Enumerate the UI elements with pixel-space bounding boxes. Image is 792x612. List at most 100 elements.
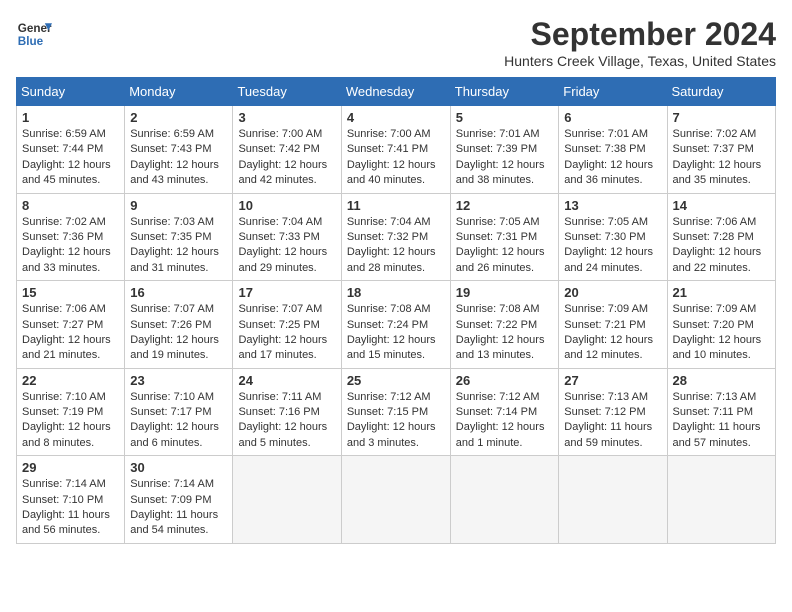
day-info: Sunrise: 7:07 AMSunset: 7:26 PMDaylight:… bbox=[130, 303, 219, 361]
svg-text:Blue: Blue bbox=[18, 35, 44, 48]
day-number: 18 bbox=[347, 285, 445, 300]
day-number: 9 bbox=[130, 198, 227, 213]
day-info: Sunrise: 7:14 AMSunset: 7:09 PMDaylight:… bbox=[130, 478, 218, 536]
day-number: 24 bbox=[238, 373, 335, 388]
month-title: September 2024 bbox=[504, 16, 776, 53]
calendar-cell: 22 Sunrise: 7:10 AMSunset: 7:19 PMDayligh… bbox=[17, 368, 125, 456]
day-number: 25 bbox=[347, 373, 445, 388]
col-friday: Friday bbox=[559, 78, 667, 106]
logo: General Blue bbox=[16, 16, 52, 52]
calendar-cell: 3 Sunrise: 7:00 AMSunset: 7:42 PMDaylight… bbox=[233, 106, 341, 194]
col-wednesday: Wednesday bbox=[341, 78, 450, 106]
col-sunday: Sunday bbox=[17, 78, 125, 106]
calendar-table: Sunday Monday Tuesday Wednesday Thursday… bbox=[16, 77, 776, 544]
day-number: 20 bbox=[564, 285, 661, 300]
calendar-cell: 25 Sunrise: 7:12 AMSunset: 7:15 PMDayligh… bbox=[341, 368, 450, 456]
calendar-cell: 11 Sunrise: 7:04 AMSunset: 7:32 PMDayligh… bbox=[341, 193, 450, 281]
calendar-week-2: 8Sunrise: 7:02 AMSunset: 7:36 PMDaylight… bbox=[17, 193, 776, 281]
col-tuesday: Tuesday bbox=[233, 78, 341, 106]
calendar-week-4: 22 Sunrise: 7:10 AMSunset: 7:19 PMDayligh… bbox=[17, 368, 776, 456]
day-info: Sunrise: 7:12 AMSunset: 7:15 PMDaylight:… bbox=[347, 391, 436, 449]
day-info: Sunrise: 7:14 AMSunset: 7:10 PMDaylight:… bbox=[22, 478, 110, 536]
day-info: Sunrise: 7:03 AMSunset: 7:35 PMDaylight:… bbox=[130, 216, 219, 274]
calendar-cell: 27 Sunrise: 7:13 AMSunset: 7:12 PMDayligh… bbox=[559, 368, 667, 456]
calendar-cell: 7 Sunrise: 7:02 AMSunset: 7:37 PMDaylight… bbox=[667, 106, 775, 194]
day-number: 19 bbox=[456, 285, 554, 300]
day-number: 21 bbox=[673, 285, 770, 300]
day-number: 1 bbox=[22, 110, 119, 125]
day-info: Sunrise: 7:01 AMSunset: 7:39 PMDaylight:… bbox=[456, 128, 545, 186]
day-number: 16 bbox=[130, 285, 227, 300]
day-number: 12 bbox=[456, 198, 554, 213]
day-number: 22 bbox=[22, 373, 119, 388]
day-number: 29 bbox=[22, 460, 119, 475]
day-info: Sunrise: 7:05 AMSunset: 7:31 PMDaylight:… bbox=[456, 216, 545, 274]
day-number: 2 bbox=[130, 110, 227, 125]
day-info: Sunrise: 7:10 AMSunset: 7:17 PMDaylight:… bbox=[130, 391, 219, 449]
day-number: 5 bbox=[456, 110, 554, 125]
day-info: Sunrise: 7:00 AMSunset: 7:41 PMDaylight:… bbox=[347, 128, 436, 186]
day-number: 27 bbox=[564, 373, 661, 388]
day-number: 10 bbox=[238, 198, 335, 213]
col-thursday: Thursday bbox=[450, 78, 559, 106]
day-number: 7 bbox=[673, 110, 770, 125]
calendar-cell: 28 Sunrise: 7:13 AMSunset: 7:11 PMDayligh… bbox=[667, 368, 775, 456]
calendar-cell: 14 Sunrise: 7:06 AMSunset: 7:28 PMDayligh… bbox=[667, 193, 775, 281]
day-info: Sunrise: 7:04 AMSunset: 7:33 PMDaylight:… bbox=[238, 216, 327, 274]
calendar-cell bbox=[341, 456, 450, 544]
calendar-cell: 23 Sunrise: 7:10 AMSunset: 7:17 PMDayligh… bbox=[125, 368, 233, 456]
day-number: 17 bbox=[238, 285, 335, 300]
calendar-week-3: 15 Sunrise: 7:06 AMSunset: 7:27 PMDayligh… bbox=[17, 281, 776, 369]
calendar-cell: 15 Sunrise: 7:06 AMSunset: 7:27 PMDayligh… bbox=[17, 281, 125, 369]
title-block: September 2024 Hunters Creek Village, Te… bbox=[504, 16, 776, 69]
calendar-cell bbox=[450, 456, 559, 544]
calendar-cell: 20 Sunrise: 7:09 AMSunset: 7:21 PMDayligh… bbox=[559, 281, 667, 369]
calendar-header-row: Sunday Monday Tuesday Wednesday Thursday… bbox=[17, 78, 776, 106]
day-number: 3 bbox=[238, 110, 335, 125]
day-info: Sunrise: 7:13 AMSunset: 7:11 PMDaylight:… bbox=[673, 391, 761, 449]
col-monday: Monday bbox=[125, 78, 233, 106]
calendar-cell: 24 Sunrise: 7:11 AMSunset: 7:16 PMDayligh… bbox=[233, 368, 341, 456]
day-info: Sunrise: 7:10 AMSunset: 7:19 PMDaylight:… bbox=[22, 391, 111, 449]
day-number: 4 bbox=[347, 110, 445, 125]
day-info: Sunrise: 7:13 AMSunset: 7:12 PMDaylight:… bbox=[564, 391, 652, 449]
day-info: Sunrise: 7:08 AMSunset: 7:24 PMDaylight:… bbox=[347, 303, 436, 361]
day-number: 26 bbox=[456, 373, 554, 388]
location: Hunters Creek Village, Texas, United Sta… bbox=[504, 53, 776, 69]
calendar-cell: 21Sunrise: 7:09 AMSunset: 7:20 PMDayligh… bbox=[667, 281, 775, 369]
calendar-week-1: 1Sunrise: 6:59 AMSunset: 7:44 PMDaylight… bbox=[17, 106, 776, 194]
day-number: 13 bbox=[564, 198, 661, 213]
day-info: Sunrise: 7:04 AMSunset: 7:32 PMDaylight:… bbox=[347, 216, 436, 274]
calendar-cell-1: 1Sunrise: 6:59 AMSunset: 7:44 PMDaylight… bbox=[17, 106, 125, 194]
day-number: 15 bbox=[22, 285, 119, 300]
logo-icon: General Blue bbox=[16, 16, 52, 52]
calendar-cell: 29 Sunrise: 7:14 AMSunset: 7:10 PMDayligh… bbox=[17, 456, 125, 544]
day-info: Sunrise: 7:02 AMSunset: 7:37 PMDaylight:… bbox=[673, 128, 762, 186]
calendar-cell bbox=[233, 456, 341, 544]
day-info: Sunrise: 7:06 AMSunset: 7:27 PMDaylight:… bbox=[22, 303, 111, 361]
day-number: 6 bbox=[564, 110, 661, 125]
calendar-cell: 30Sunrise: 7:14 AMSunset: 7:09 PMDayligh… bbox=[125, 456, 233, 544]
calendar-cell: 4 Sunrise: 7:00 AMSunset: 7:41 PMDaylight… bbox=[341, 106, 450, 194]
calendar-cell: 13Sunrise: 7:05 AMSunset: 7:30 PMDayligh… bbox=[559, 193, 667, 281]
day-number: 28 bbox=[673, 373, 770, 388]
day-number: 23 bbox=[130, 373, 227, 388]
day-info: Sunrise: 7:11 AMSunset: 7:16 PMDaylight:… bbox=[238, 391, 327, 449]
day-info: Sunrise: 7:09 AMSunset: 7:21 PMDaylight:… bbox=[564, 303, 653, 361]
calendar-cell bbox=[667, 456, 775, 544]
day-info: Sunrise: 7:07 AMSunset: 7:25 PMDaylight:… bbox=[238, 303, 327, 361]
calendar-cell: 26Sunrise: 7:12 AMSunset: 7:14 PMDayligh… bbox=[450, 368, 559, 456]
calendar-cell: 2 Sunrise: 6:59 AMSunset: 7:43 PMDaylight… bbox=[125, 106, 233, 194]
day-info: Sunrise: 7:06 AMSunset: 7:28 PMDaylight:… bbox=[673, 216, 762, 274]
day-number: 11 bbox=[347, 198, 445, 213]
day-info: Sunrise: 7:01 AMSunset: 7:38 PMDaylight:… bbox=[564, 128, 653, 186]
calendar-cell: 8Sunrise: 7:02 AMSunset: 7:36 PMDaylight… bbox=[17, 193, 125, 281]
calendar-cell: 16 Sunrise: 7:07 AMSunset: 7:26 PMDayligh… bbox=[125, 281, 233, 369]
day-info: Sunrise: 7:00 AMSunset: 7:42 PMDaylight:… bbox=[238, 128, 327, 186]
col-saturday: Saturday bbox=[667, 78, 775, 106]
day-info: Sunrise: 6:59 AMSunset: 7:43 PMDaylight:… bbox=[130, 128, 219, 186]
day-number: 14 bbox=[673, 198, 770, 213]
day-number: 8 bbox=[22, 198, 119, 213]
calendar-cell: 5 Sunrise: 7:01 AMSunset: 7:39 PMDaylight… bbox=[450, 106, 559, 194]
calendar-cell: 19Sunrise: 7:08 AMSunset: 7:22 PMDayligh… bbox=[450, 281, 559, 369]
